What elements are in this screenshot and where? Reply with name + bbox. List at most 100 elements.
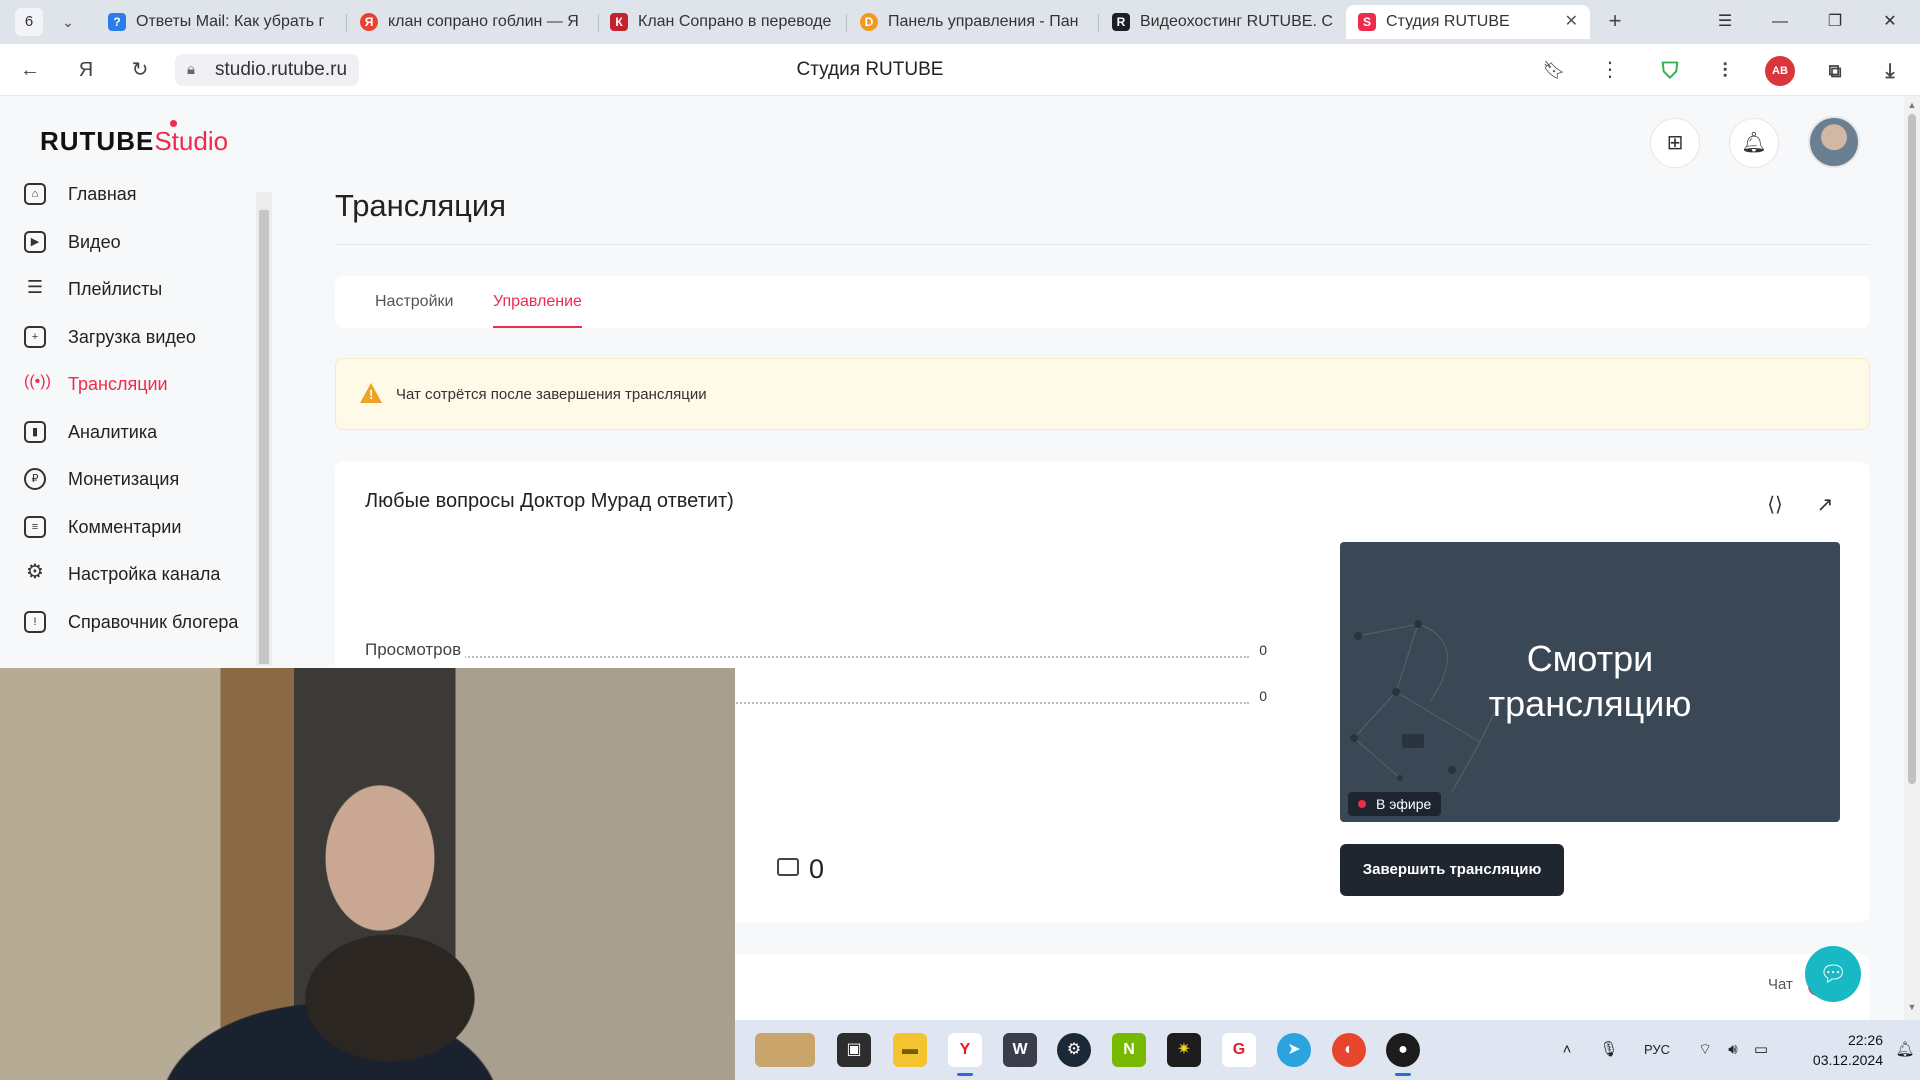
- chat-warning-alert: Чат сотрётся после завершения трансляции: [335, 358, 1870, 430]
- browser-tab[interactable]: Я клан сопрано гоблин — Я: [348, 5, 598, 39]
- language-indicator[interactable]: РУС: [1637, 1038, 1677, 1062]
- comments-icon: ≡: [24, 516, 46, 538]
- playlist-icon: ☰: [26, 277, 44, 297]
- volume-icon[interactable]: 🔊︎: [1721, 1038, 1745, 1062]
- info-icon: !: [24, 611, 46, 633]
- download-icon[interactable]: ⤓: [1875, 56, 1905, 86]
- external-link-icon[interactable]: ↗: [1812, 492, 1838, 518]
- yandex-browser-icon[interactable]: Y: [948, 1033, 982, 1076]
- tab-title: клан сопрано гоблин — Я: [388, 13, 579, 30]
- notifications-button[interactable]: 🔔︎: [1729, 118, 1779, 168]
- tab-settings[interactable]: Настройки: [375, 276, 453, 328]
- tab-title: Панель управления - Пан: [888, 13, 1079, 30]
- share-icon[interactable]: ⟨⟩: [1762, 492, 1788, 518]
- browser-tab[interactable]: К Клан Сопрано в переводе: [598, 5, 846, 39]
- stat-value: 0: [1259, 688, 1267, 704]
- tabs: Настройки Управление: [335, 276, 1870, 328]
- close-window-icon[interactable]: ✕: [1870, 8, 1910, 36]
- chevron-down-icon[interactable]: ⌄: [54, 8, 82, 36]
- red-app-icon[interactable]: G: [1222, 1033, 1256, 1067]
- sidebar-item-playlists[interactable]: ☰ Плейлисты: [24, 269, 260, 309]
- obs-icon[interactable]: ●: [1386, 1033, 1420, 1076]
- dislike-counter[interactable]: 0: [777, 854, 824, 885]
- page-title-bar: Студия RUTUBE: [796, 59, 944, 80]
- sidebar-item-monetization[interactable]: ₽ Монетизация: [24, 459, 260, 499]
- star-app-icon[interactable]: ✷: [1167, 1033, 1201, 1067]
- rutube-studio-icon: S: [1358, 13, 1376, 31]
- app-icon[interactable]: W: [1003, 1033, 1037, 1067]
- stat-views: Просмотров 0: [365, 640, 1267, 664]
- bookmark-icon[interactable]: 🔖︎: [1540, 56, 1568, 84]
- shield-icon[interactable]: ⛉: [1655, 56, 1685, 86]
- support-chat-button[interactable]: 💬︎: [1805, 946, 1861, 1002]
- sidebar-item-video[interactable]: ▶ Видео: [24, 222, 260, 262]
- sidebar-scrollbar-thumb[interactable]: [259, 210, 269, 664]
- sidebar-item-broadcasts[interactable]: ((•)) Трансляции: [24, 364, 260, 404]
- scroll-up-icon[interactable]: ▲: [1906, 100, 1918, 112]
- reload-icon[interactable]: ↻: [126, 56, 154, 84]
- broadcast-icon: ((•)): [24, 373, 51, 390]
- chevron-up-icon[interactable]: ˄: [1555, 1038, 1579, 1062]
- create-button[interactable]: ⊞: [1650, 118, 1700, 168]
- new-tab-button[interactable]: +: [1603, 10, 1627, 34]
- extensions-icon[interactable]: ⧉: [1820, 56, 1850, 86]
- task-view-icon[interactable]: ▣: [837, 1033, 871, 1067]
- microphone-icon[interactable]: 🎙︎: [1597, 1038, 1621, 1062]
- chat-label: Чат: [1768, 976, 1793, 993]
- yandex-home-icon[interactable]: Я: [72, 56, 100, 84]
- bell-icon: 🔔︎: [1741, 132, 1767, 154]
- url-field[interactable]: 🔒︎ studio.rutube.ru: [175, 54, 360, 86]
- stream-preview[interactable]: Смотри трансляцию В эфире: [1340, 542, 1840, 822]
- live-badge: В эфире: [1348, 792, 1442, 816]
- sidebar-item-analytics[interactable]: ▮ Аналитика: [24, 412, 260, 452]
- page-scrollbar[interactable]: ▲ ▼: [1904, 96, 1920, 1020]
- page-scrollbar-thumb[interactable]: [1908, 114, 1916, 784]
- nvidia-icon[interactable]: N: [1112, 1033, 1146, 1067]
- tab-count-button[interactable]: 6: [15, 8, 43, 36]
- webcam-overlay: [0, 668, 735, 1080]
- rutube-studio-logo[interactable]: RUTUBE Studio: [40, 120, 228, 157]
- kinopoisk-icon: К: [610, 13, 628, 31]
- sidebar-item-upload[interactable]: + Загрузка видео: [24, 317, 260, 357]
- avatar[interactable]: [1808, 116, 1860, 168]
- back-icon[interactable]: ←: [16, 56, 44, 84]
- equalizer-icon[interactable]: ⫶: [1710, 56, 1740, 86]
- sidebar-item-blogger-guide[interactable]: ! Справочник блогера: [24, 602, 260, 642]
- rutube-icon: R: [1112, 13, 1130, 31]
- minimize-icon[interactable]: —: [1760, 8, 1800, 36]
- thumbs-down-icon: [777, 858, 799, 876]
- address-bar: ← Я ↻ 🔒︎ studio.rutube.ru Студия RUTUBE …: [0, 44, 1920, 96]
- sidebar-item-comments[interactable]: ≡ Комментарии: [24, 507, 260, 547]
- browser-tab[interactable]: ? Ответы Mail: Как убрать г: [96, 5, 346, 39]
- scroll-down-icon[interactable]: ▼: [1906, 1002, 1918, 1014]
- wifi-icon[interactable]: ⌔: [1693, 1038, 1717, 1062]
- telegram-icon[interactable]: ➤: [1277, 1033, 1311, 1067]
- browser-tab-active[interactable]: S Студия RUTUBE ✕: [1346, 5, 1590, 39]
- home-icon: ⌂: [24, 183, 46, 205]
- restore-icon[interactable]: ❐: [1815, 8, 1855, 36]
- sidebar-item-channel-settings[interactable]: ⚙ Настройка канала: [24, 554, 260, 594]
- browser-tab[interactable]: R Видеохостинг RUTUBE. С: [1100, 5, 1346, 39]
- more-icon[interactable]: ⋮: [1596, 56, 1624, 84]
- clock-date: 03.12.2024: [1812, 1052, 1883, 1068]
- notification-center-icon[interactable]: 🔔︎: [1895, 1038, 1915, 1062]
- clock[interactable]: 22:26 03.12.2024: [1793, 1030, 1883, 1070]
- end-stream-button[interactable]: Завершить трансляцию: [1340, 844, 1564, 896]
- sidebar-scrollbar[interactable]: [256, 192, 272, 666]
- browser-tab[interactable]: D Панель управления - Пан: [848, 5, 1098, 39]
- warning-icon: [360, 383, 382, 403]
- weather-widget-icon[interactable]: [755, 1033, 815, 1067]
- adblock-icon[interactable]: AB: [1765, 56, 1795, 86]
- analytics-icon: ▮: [24, 421, 46, 443]
- steam-icon[interactable]: ⚙: [1057, 1033, 1091, 1067]
- sidebar-item-label: Комментарии: [68, 517, 182, 537]
- menu-icon[interactable]: ☰: [1705, 8, 1745, 36]
- close-icon[interactable]: ✕: [1565, 5, 1578, 39]
- tab-title: Видеохостинг RUTUBE. С: [1140, 13, 1333, 30]
- orange-app-icon[interactable]: ◐: [1332, 1033, 1366, 1067]
- file-explorer-icon[interactable]: ▬: [893, 1033, 927, 1067]
- battery-icon[interactable]: ▭: [1749, 1038, 1773, 1062]
- sidebar-item-label: Настройка канала: [68, 564, 221, 584]
- tab-management[interactable]: Управление: [493, 276, 582, 328]
- sidebar-item-home[interactable]: ⌂ Главная: [24, 174, 260, 214]
